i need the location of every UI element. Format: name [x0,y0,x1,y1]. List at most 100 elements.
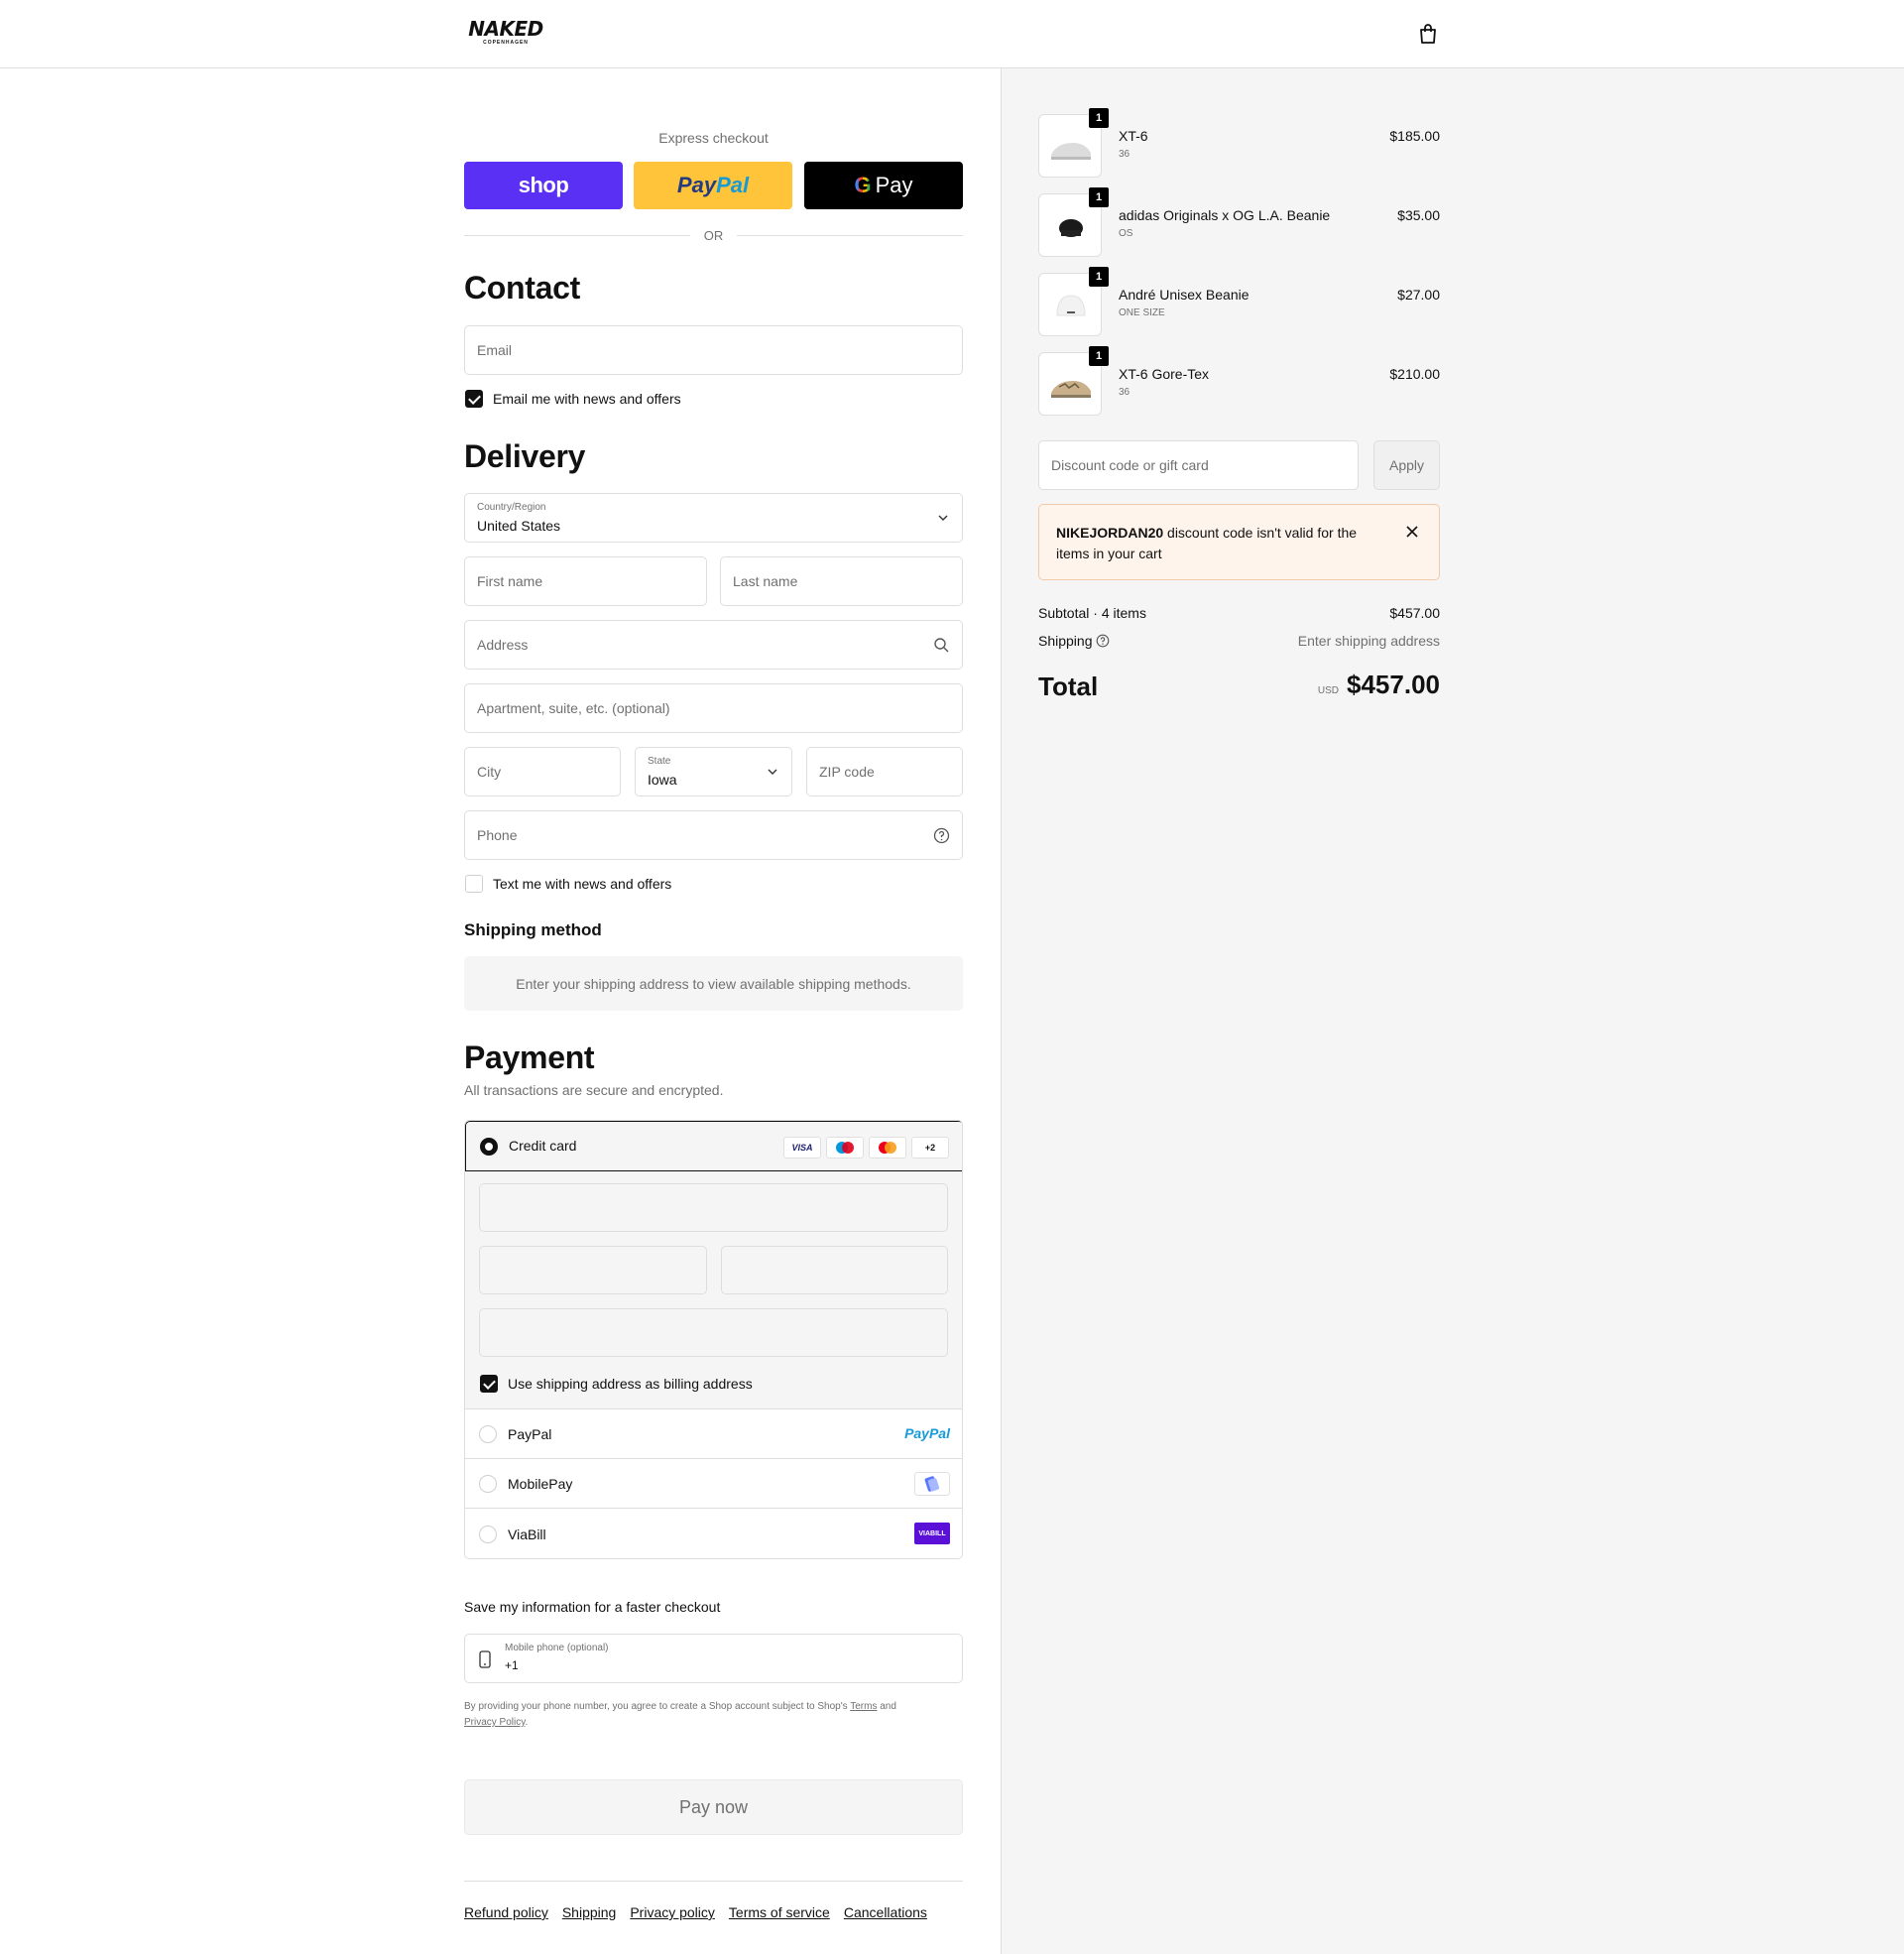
mobile-phone-value: +1 [505,1658,519,1672]
item-variant: 36 [1119,149,1130,160]
country-label: Country/Region [477,502,546,513]
country-select[interactable]: Country/Region United States [464,493,963,543]
address-field[interactable]: Address [464,620,963,670]
visa-icon: VISA [783,1137,821,1159]
quantity-badge: 1 [1089,267,1109,287]
mobilepay-icon [914,1472,950,1496]
shipping-label: Shipping [1038,633,1093,649]
discount-error-banner: NIKEJORDAN20 discount code isn't valid f… [1038,504,1440,580]
google-pay-button[interactable]: G Pay [804,162,963,209]
mobilepay-radio[interactable] [479,1475,497,1493]
zip-placeholder: ZIP code [819,764,875,780]
terms-of-service-link[interactable]: Terms of service [729,1904,830,1920]
phone-placeholder: Phone [477,827,518,843]
legal-end: . [525,1717,529,1728]
save-info-heading: Save my information for a faster checkou… [464,1599,721,1615]
email-news-label: Email me with news and offers [493,391,681,407]
text-news-checkbox[interactable] [465,875,483,893]
shipping-method-notice: Enter your shipping address to view avai… [464,956,963,1011]
paypal-logo: PayPal [904,1425,950,1441]
first-name-placeholder: First name [477,573,543,589]
total-amount: USD $457.00 [1318,670,1440,700]
help-circle-icon[interactable] [933,827,950,844]
credit-card-radio[interactable] [480,1138,498,1156]
brand-logo[interactable]: NAKED COPENHAGEN [464,19,547,46]
pay-now-button[interactable]: Pay now [464,1779,963,1835]
item-price: $27.00 [1397,287,1440,303]
apply-discount-button[interactable]: Apply [1373,440,1440,490]
last-name-placeholder: Last name [733,573,798,589]
first-name-field[interactable]: First name [464,556,707,606]
shop-legal-text: By providing your phone number, you agre… [464,1699,963,1731]
card-expiry-field[interactable] [479,1246,707,1294]
shipping-method-heading: Shipping method [464,920,602,939]
google-g-icon: G [854,173,872,197]
city-placeholder: City [477,764,502,780]
header: NAKED COPENHAGEN [0,0,1904,68]
card-name-field[interactable] [479,1308,948,1357]
city-field[interactable]: City [464,747,621,796]
or-text: OR [703,228,724,243]
cart-item: 1 XT-6 Gore-Tex 36 $210.00 [1038,346,1440,418]
card-cvv-field[interactable] [721,1246,948,1294]
chevron-down-icon [768,769,777,775]
state-select[interactable]: State Iowa [635,747,792,796]
total-value: $457.00 [1347,670,1440,699]
email-news-checkbox[interactable] [465,390,483,408]
payment-option-mobilepay[interactable]: MobilePay [465,1459,962,1509]
email-placeholder: Email [477,342,513,358]
discount-code-placeholder: Discount code or gift card [1051,457,1209,473]
apartment-field[interactable]: Apartment, suite, etc. (optional) [464,683,963,733]
close-icon[interactable] [1405,525,1419,539]
payment-option-paypal[interactable]: PayPal PayPal [465,1409,962,1459]
maestro-icon [826,1137,864,1159]
paypal-label: PayPal [508,1426,552,1442]
item-name: XT-6 [1119,128,1148,144]
shop-pay-label: shop [518,173,569,197]
discount-code: NIKEJORDAN20 [1056,525,1164,541]
shop-pay-button[interactable]: shop [464,162,623,209]
mobilepay-label: MobilePay [508,1476,573,1492]
mobile-phone-label: Mobile phone (optional) [505,1643,609,1653]
quantity-badge: 1 [1089,346,1109,366]
item-name: André Unisex Beanie [1119,287,1250,303]
shop-privacy-link[interactable]: Privacy Policy [464,1717,526,1728]
viabill-radio[interactable] [479,1526,497,1543]
subtotal-label: Subtotal · 4 items [1038,605,1146,621]
discount-code-input[interactable]: Discount code or gift card [1038,440,1359,490]
item-price: $35.00 [1397,207,1440,223]
paypal-express-button[interactable]: Pay Pal [634,162,792,209]
total-label: Total [1038,672,1099,701]
cancellations-link[interactable]: Cancellations [844,1904,927,1920]
cart-item: 1 XT-6 36 $185.00 [1038,108,1440,180]
text-news-label: Text me with news and offers [493,876,672,892]
delivery-heading: Delivery [464,438,586,474]
google-pay-label: Pay [875,173,913,197]
contact-heading: Contact [464,270,581,305]
zip-field[interactable]: ZIP code [806,747,963,796]
shop-terms-link[interactable]: Terms [850,1701,877,1712]
card-number-field[interactable] [479,1183,948,1232]
legal-text: By providing your phone number, you agre… [464,1701,848,1712]
payment-option-viabill[interactable]: ViaBill VIABILL [465,1509,962,1558]
paypal-radio[interactable] [479,1425,497,1443]
state-label: State [648,756,671,767]
email-field[interactable]: Email [464,325,963,375]
address-placeholder: Address [477,637,529,653]
mobile-phone-field[interactable]: Mobile phone (optional) +1 [464,1634,963,1683]
brand-subtitle: COPENHAGEN [483,40,529,46]
shopping-bag-icon[interactable] [1418,23,1438,45]
legal-and: and [880,1701,896,1712]
item-price: $210.00 [1389,366,1440,382]
privacy-policy-link[interactable]: Privacy policy [630,1904,715,1920]
phone-field[interactable]: Phone [464,810,963,860]
payment-option-credit-card[interactable]: Credit card VISA +2 [465,1121,962,1171]
credit-card-form: Use shipping address as billing address [465,1171,962,1409]
help-circle-icon[interactable] [1096,634,1110,648]
refund-policy-link[interactable]: Refund policy [464,1904,548,1920]
billing-same-checkbox[interactable] [480,1375,498,1393]
last-name-field[interactable]: Last name [720,556,963,606]
brand-name: NAKED [468,17,543,41]
shipping-link[interactable]: Shipping [562,1904,617,1920]
paypal-logo-part1: Pay [676,173,717,197]
